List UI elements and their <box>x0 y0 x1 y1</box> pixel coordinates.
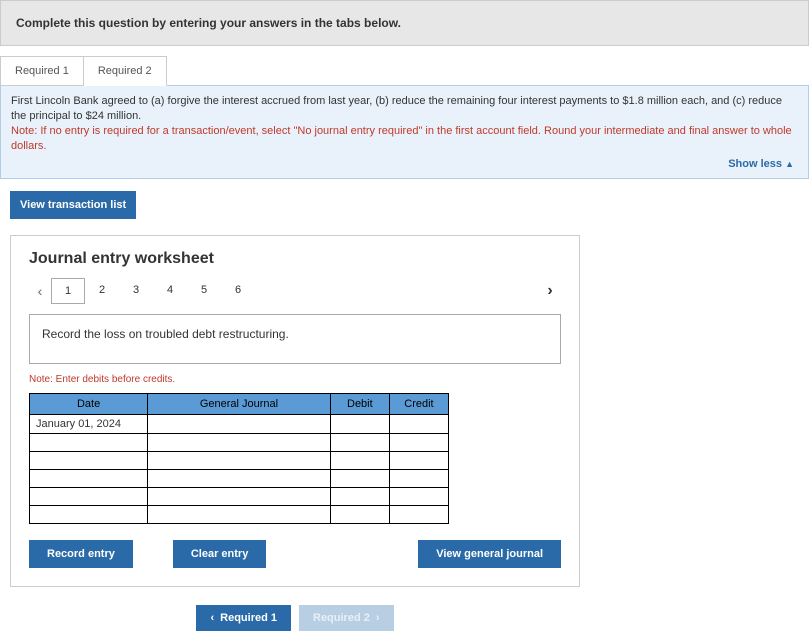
cell-credit[interactable] <box>389 434 448 452</box>
tabs-row: Required 1 Required 2 <box>0 56 809 86</box>
col-debit: Debit <box>330 394 389 415</box>
show-less-toggle[interactable]: Show less ▲ <box>11 153 798 172</box>
journal-worksheet: Journal entry worksheet ‹ 1 2 3 4 5 6 › … <box>10 235 580 587</box>
scenario-text: First Lincoln Bank agreed to (a) forgive… <box>11 94 798 124</box>
debits-before-credits-note: Note: Enter debits before credits. <box>29 374 561 385</box>
cell-date <box>30 434 148 452</box>
bottom-nav: ‹ Required 1 Required 2 › <box>10 605 580 631</box>
view-general-journal-button[interactable]: View general journal <box>418 540 561 568</box>
cell-account[interactable] <box>148 488 331 506</box>
scenario-note: Note: If no entry is required for a tran… <box>11 124 798 154</box>
cell-credit[interactable] <box>389 415 448 434</box>
pager-page-5[interactable]: 5 <box>187 278 221 304</box>
cell-debit[interactable] <box>330 488 389 506</box>
table-row <box>30 488 449 506</box>
pager-next-icon[interactable]: › <box>539 282 561 300</box>
cell-account[interactable] <box>148 415 331 434</box>
table-row <box>30 470 449 488</box>
chevron-up-icon: ▲ <box>785 159 794 169</box>
nav-next-label: Required 2 <box>313 612 370 624</box>
table-row <box>30 434 449 452</box>
instruction-bar: Complete this question by entering your … <box>0 0 809 46</box>
cell-date <box>30 506 148 524</box>
col-date: Date <box>30 394 148 415</box>
journal-entry-table: Date General Journal Debit Credit Januar… <box>29 393 449 524</box>
cell-date <box>30 488 148 506</box>
pager-prev-icon[interactable]: ‹ <box>29 283 51 299</box>
col-credit: Credit <box>389 394 448 415</box>
clear-entry-button[interactable]: Clear entry <box>173 540 266 568</box>
pager-page-3[interactable]: 3 <box>119 278 153 304</box>
cell-date <box>30 470 148 488</box>
tab-required-2[interactable]: Required 2 <box>84 56 167 86</box>
table-row <box>30 452 449 470</box>
cell-account[interactable] <box>148 434 331 452</box>
view-transaction-list-button[interactable]: View transaction list <box>10 191 136 219</box>
cell-date: January 01, 2024 <box>30 415 148 434</box>
pager-page-2[interactable]: 2 <box>85 278 119 304</box>
scenario-box: First Lincoln Bank agreed to (a) forgive… <box>0 85 809 179</box>
table-row <box>30 506 449 524</box>
cell-credit[interactable] <box>389 470 448 488</box>
nav-next-button: Required 2 › <box>299 605 394 631</box>
cell-debit[interactable] <box>330 434 389 452</box>
chevron-left-icon: ‹ <box>210 612 214 624</box>
cell-credit[interactable] <box>389 506 448 524</box>
show-less-label: Show less <box>728 158 782 170</box>
instruction-text: Complete this question by entering your … <box>16 16 401 30</box>
pager-page-4[interactable]: 4 <box>153 278 187 304</box>
cell-debit[interactable] <box>330 415 389 434</box>
worksheet-title: Journal entry worksheet <box>29 250 561 268</box>
cell-credit[interactable] <box>389 488 448 506</box>
col-general-journal: General Journal <box>148 394 331 415</box>
cell-debit[interactable] <box>330 506 389 524</box>
cell-credit[interactable] <box>389 452 448 470</box>
nav-prev-button[interactable]: ‹ Required 1 <box>196 605 291 631</box>
pager-page-1[interactable]: 1 <box>51 278 85 304</box>
tab-required-1[interactable]: Required 1 <box>0 56 84 86</box>
record-entry-button[interactable]: Record entry <box>29 540 133 568</box>
nav-prev-label: Required 1 <box>220 612 277 624</box>
cell-account[interactable] <box>148 470 331 488</box>
cell-account[interactable] <box>148 506 331 524</box>
table-row: January 01, 2024 <box>30 415 449 434</box>
chevron-right-icon: › <box>376 612 380 624</box>
pager: ‹ 1 2 3 4 5 6 › <box>29 278 561 304</box>
cell-debit[interactable] <box>330 452 389 470</box>
cell-account[interactable] <box>148 452 331 470</box>
cell-debit[interactable] <box>330 470 389 488</box>
cell-date <box>30 452 148 470</box>
pager-page-6[interactable]: 6 <box>221 278 255 304</box>
entry-description: Record the loss on troubled debt restruc… <box>29 314 561 364</box>
